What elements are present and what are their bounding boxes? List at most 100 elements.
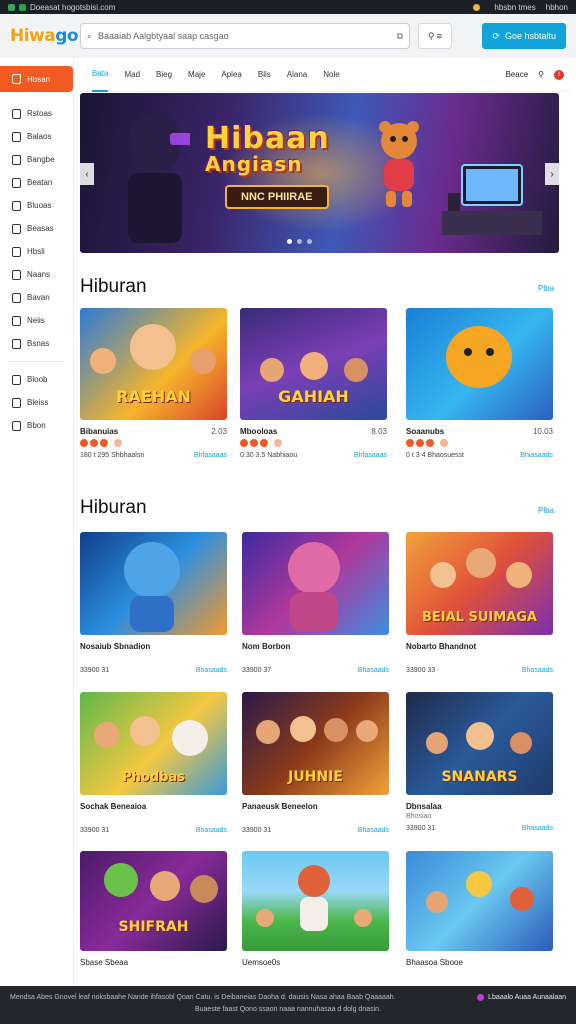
search-input[interactable]: ⌕ Baaaiab Aalgbtyaal saap casgao ⧉ — [80, 23, 410, 49]
banner-dot[interactable] — [307, 239, 312, 244]
banner-dot[interactable] — [297, 239, 302, 244]
tabs-right-label[interactable]: Beace — [505, 70, 528, 79]
tab[interactable]: Bata — [92, 58, 109, 92]
sidebar-item[interactable]: Neiis — [0, 309, 73, 332]
game-meta: 33900 31 Bhasaads — [80, 667, 227, 674]
tab[interactable]: Blis — [258, 58, 271, 92]
game-link[interactable]: Bhfasaaas — [354, 452, 387, 459]
footer-text: Buaeste faast Qono ssaon naaa nannuhasaa… — [194, 1006, 382, 1013]
game-link[interactable]: Bhasaads — [358, 827, 389, 834]
tab[interactable]: Aplea — [221, 58, 241, 92]
game-name: Bhaasoa Sbooe — [406, 958, 463, 967]
thumbnail-character — [94, 722, 120, 748]
game-card[interactable]: Bhaasoa Sbooe — [406, 851, 553, 967]
sidebar-item[interactable]: Bluoas — [0, 194, 73, 217]
tab[interactable]: Bieg — [156, 58, 172, 92]
logo-text-b: go — [55, 26, 79, 46]
section-title: Hiburan — [80, 276, 147, 297]
rating-dot — [240, 439, 248, 447]
sidebar-item[interactable]: Rstoas — [0, 102, 73, 125]
game-thumbnail — [406, 308, 553, 420]
logo-text-a: Hiwa — [10, 26, 56, 46]
game-link[interactable]: Bhasaads — [358, 667, 389, 674]
thumbnail-character-body — [300, 897, 328, 931]
section-more-link[interactable]: Plba — [538, 284, 554, 293]
thumbnail-character — [172, 720, 208, 756]
sidebar-item[interactable]: Bleiss — [0, 391, 73, 414]
footer-social[interactable]: Lbaaalo Auaa Aunaalaan — [477, 994, 566, 1001]
hero-banner[interactable]: Hibaan Angiasn NNC PHIIRAE ‹ › — [80, 93, 559, 253]
game-link[interactable]: Bhasaads — [196, 667, 227, 674]
sidebar-item[interactable]: Bloob — [0, 368, 73, 391]
thumbnail-character — [354, 909, 372, 927]
game-card[interactable]: Nom Borbon 33900 37 Bhasaads — [242, 532, 389, 674]
thumbnail-character — [426, 732, 448, 754]
category-icon — [12, 292, 21, 303]
game-meta-text: 33900 33 — [406, 667, 436, 674]
rating-dot — [440, 439, 448, 447]
rating-dot — [114, 439, 122, 447]
game-name-row: Mbooloas 8.03 — [240, 427, 387, 436]
search-filter-icon[interactable]: ⧉ — [397, 31, 403, 42]
game-card[interactable]: Nosaiub Sbnadion 33900 31 Bhasaads — [80, 532, 227, 674]
category-icon — [12, 397, 21, 408]
filter-button[interactable]: ⚲ ≡ — [418, 23, 452, 49]
game-name: Sbase Sbeaa — [80, 958, 129, 967]
tab[interactable]: Nole — [323, 58, 339, 92]
sidebar-item-label: Beatan — [27, 178, 53, 187]
game-meta-text: 33900 37 — [242, 667, 272, 674]
game-thumbnail: BEIAL SUIMAGA — [406, 532, 553, 635]
user-icon[interactable]: ⚲ — [538, 70, 544, 79]
sidebar-item[interactable]: Beasas — [0, 217, 73, 240]
game-link[interactable]: Bhasaads — [522, 825, 553, 832]
game-name: Dbnsalaa — [406, 802, 442, 811]
game-card[interactable]: Soaanubs 10.03 0 t 3 4 Bhaosuesst Bhiasaad… — [406, 308, 553, 459]
banner-subtitle: NNC PHIIRAE — [225, 185, 329, 209]
sidebar-item[interactable]: Beatan — [0, 171, 73, 194]
thumbnail-character — [130, 324, 176, 370]
site-favicon-icon — [8, 3, 15, 11]
category-icon — [12, 269, 21, 280]
section-title: Hiburan — [80, 497, 147, 518]
site-logo[interactable]: Hiwago — [10, 26, 79, 46]
top-strip-right-2[interactable]: hbhon — [546, 3, 568, 12]
game-card[interactable]: RAEHAN Bibanuias 2.03 180 t 295 Shbhaalsn… — [80, 308, 227, 459]
download-button[interactable]: ⟳ Goe hsbtaltu — [482, 23, 566, 49]
tab[interactable]: Mad — [124, 58, 140, 92]
rating-dot — [90, 439, 98, 447]
game-link[interactable]: Bhasaads — [196, 827, 227, 834]
sidebar-item[interactable]: Bavan — [0, 286, 73, 309]
section-more-link[interactable]: Plba — [538, 506, 554, 515]
sidebar-item[interactable]: Balaos — [0, 125, 73, 148]
game-score: 2.03 — [211, 427, 227, 436]
game-link[interactable]: Bhfasaaas — [194, 452, 227, 459]
game-card[interactable]: SNANARS Dbnsalaa Bhosiao 33900 31 Bhasaad… — [406, 692, 553, 832]
game-card[interactable]: JUHNIE Panaeusk Beneelon 33900 31 Bhasaad… — [242, 692, 389, 834]
top-strip-text: Doeasat hogotsbisi.com — [30, 2, 116, 12]
game-card[interactable]: GAHIAH Mbooloas 8.03 0.30 3.5 Nabhiaou Bhf… — [240, 308, 387, 459]
thumbnail-character — [300, 352, 328, 380]
tab[interactable]: Maje — [188, 58, 205, 92]
sidebar-item[interactable]: Bangbe — [0, 148, 73, 171]
tab[interactable]: Alana — [287, 58, 307, 92]
sidebar-item[interactable]: Bbon — [0, 414, 73, 437]
game-link[interactable]: Bhasaads — [522, 667, 553, 674]
sidebar-item[interactable]: Naans — [0, 263, 73, 286]
sidebar-item[interactable]: Hbsli — [0, 240, 73, 263]
game-link[interactable]: Bhiasaads — [520, 452, 553, 459]
game-card[interactable]: Uemsoe0s — [242, 851, 389, 967]
game-thumbnail: RAEHAN — [80, 308, 227, 420]
thumbnail-character — [290, 716, 316, 742]
banner-prev-button[interactable]: ‹ — [80, 163, 94, 185]
game-card[interactable]: Phodbas Sochak Beneaioa 33900 31 Bhasaads — [80, 692, 227, 834]
notification-badge[interactable]: 1 — [554, 69, 564, 80]
category-icon — [12, 223, 21, 234]
top-strip-right-1[interactable]: hbsbn tmes — [494, 3, 535, 12]
browser-top-strip: Doeasat hogotsbisi.com hbsbn tmes hbhon — [0, 0, 576, 14]
sidebar-item[interactable]: Bsnas — [0, 332, 73, 355]
game-card[interactable]: SHIFRAH Sbase Sbeaa — [80, 851, 227, 967]
game-card[interactable]: BEIAL SUIMAGA Nobarto Bhandnot 33900 33 B… — [406, 532, 553, 674]
banner-dot[interactable] — [287, 239, 292, 244]
banner-next-button[interactable]: › — [545, 163, 559, 185]
sidebar-item-home[interactable]: Hbsan — [0, 66, 73, 92]
